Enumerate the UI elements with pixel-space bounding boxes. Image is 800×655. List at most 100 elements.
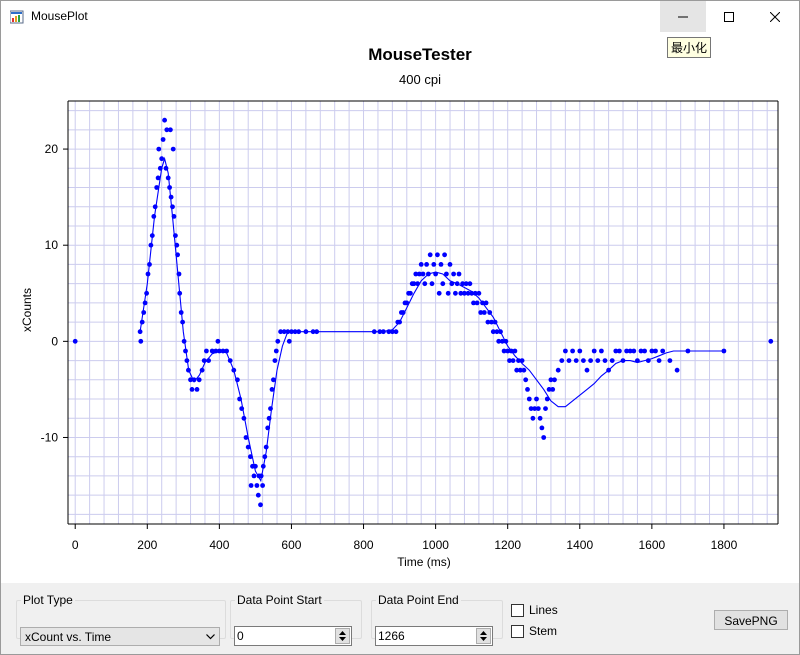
data-point (427, 252, 433, 258)
mouseplot-window: MousePlot MouseTester 400 cpi 0 200 400 600… (0, 0, 800, 655)
data-point (550, 387, 556, 392)
plot-type-combo[interactable]: xCount vs. Time (20, 627, 220, 646)
data-point (147, 262, 152, 267)
data-point (492, 319, 498, 325)
data-point (566, 358, 572, 363)
data-point (635, 358, 640, 363)
data-point (303, 329, 309, 335)
data-point (206, 358, 212, 363)
title-bar[interactable]: MousePlot (1, 1, 799, 32)
data-point (559, 358, 565, 363)
data-point (552, 377, 557, 383)
data-point (137, 329, 143, 335)
data-point (667, 358, 673, 363)
lines-checkbox-box[interactable] (511, 604, 524, 617)
close-icon (770, 11, 780, 22)
data-point (253, 463, 258, 469)
data-point (296, 329, 302, 335)
data-point (194, 387, 200, 392)
data-point (314, 329, 320, 335)
data-point (186, 367, 191, 373)
stem-checkbox[interactable]: Stem (511, 624, 557, 639)
data-point (408, 290, 413, 296)
data-point (543, 406, 548, 411)
maximize-button[interactable] (706, 1, 752, 32)
data-point (215, 338, 221, 344)
data-point (168, 194, 174, 200)
chart-subtitle: 400 cpi (399, 72, 441, 87)
data-point (544, 396, 550, 402)
data-point (235, 377, 240, 383)
data-point (196, 377, 202, 383)
data-point (180, 319, 186, 325)
data-point (154, 185, 160, 190)
data-point (269, 387, 275, 392)
data-point (555, 367, 561, 373)
data-point (181, 338, 187, 344)
minimize-icon (678, 16, 688, 17)
grid (68, 101, 778, 524)
data-point (474, 300, 480, 306)
data-point (498, 329, 503, 335)
data-point (573, 358, 579, 363)
data-point (519, 358, 525, 363)
data-point (563, 348, 568, 354)
control-panel: Plot Type xCount vs. Time Data Point Sta… (1, 583, 799, 654)
data-point (617, 348, 622, 354)
data-point (201, 358, 207, 363)
chart-title: MouseTester (368, 45, 472, 64)
data-point (768, 338, 774, 344)
minimize-button[interactable] (660, 1, 706, 32)
data-point (609, 358, 615, 363)
data-point (245, 444, 251, 450)
x-tick-label: 1000 (422, 538, 449, 552)
data-point (227, 358, 233, 363)
x-axis-label: Time (ms) (397, 555, 451, 569)
save-png-button[interactable]: SavePNG (714, 610, 788, 630)
data-point (404, 300, 410, 306)
data-point (397, 319, 402, 325)
data-point-end-spinner[interactable] (375, 626, 493, 646)
data-point-start-input[interactable] (237, 628, 333, 644)
data-point (241, 415, 247, 421)
app-icon (10, 10, 24, 24)
data-point (436, 290, 442, 296)
data-point (243, 435, 249, 440)
data-point (144, 290, 150, 296)
data-point (685, 348, 691, 354)
data-point (447, 262, 453, 267)
x-tick-label: 1800 (711, 538, 738, 552)
data-point (438, 262, 444, 267)
data-point (440, 281, 446, 287)
data-point (599, 348, 604, 354)
data-point (393, 329, 399, 335)
data-point (165, 175, 171, 181)
data-point-start-spin-buttons[interactable] (335, 628, 350, 644)
data-point (535, 406, 541, 411)
lines-checkbox[interactable]: Lines (511, 603, 558, 618)
data-point (167, 185, 173, 190)
data-point (262, 454, 268, 460)
data-point-end-label: Data Point End (378, 593, 459, 607)
data-point (175, 252, 181, 258)
data-point (145, 271, 151, 277)
data-point (381, 329, 386, 335)
data-point (199, 367, 205, 373)
data-point (645, 358, 651, 363)
data-point (173, 233, 178, 239)
x-tick-label: 1400 (566, 538, 593, 552)
data-point-end-spin-buttons[interactable] (476, 628, 491, 644)
close-button[interactable] (752, 1, 798, 32)
data-point (577, 348, 583, 354)
axes (63, 100, 779, 529)
data-point (481, 310, 487, 315)
data-point (191, 377, 197, 383)
data-point (183, 348, 188, 354)
data-point (400, 310, 406, 315)
data-point-start-spinner[interactable] (234, 626, 352, 646)
plot-area[interactable]: MouseTester 400 cpi 0 200 400 600 800 1000 120… (1, 32, 799, 583)
data-point-end-input[interactable] (378, 628, 474, 644)
data-point (530, 415, 536, 421)
data-point (224, 348, 230, 354)
stem-checkbox-box[interactable] (511, 625, 524, 638)
